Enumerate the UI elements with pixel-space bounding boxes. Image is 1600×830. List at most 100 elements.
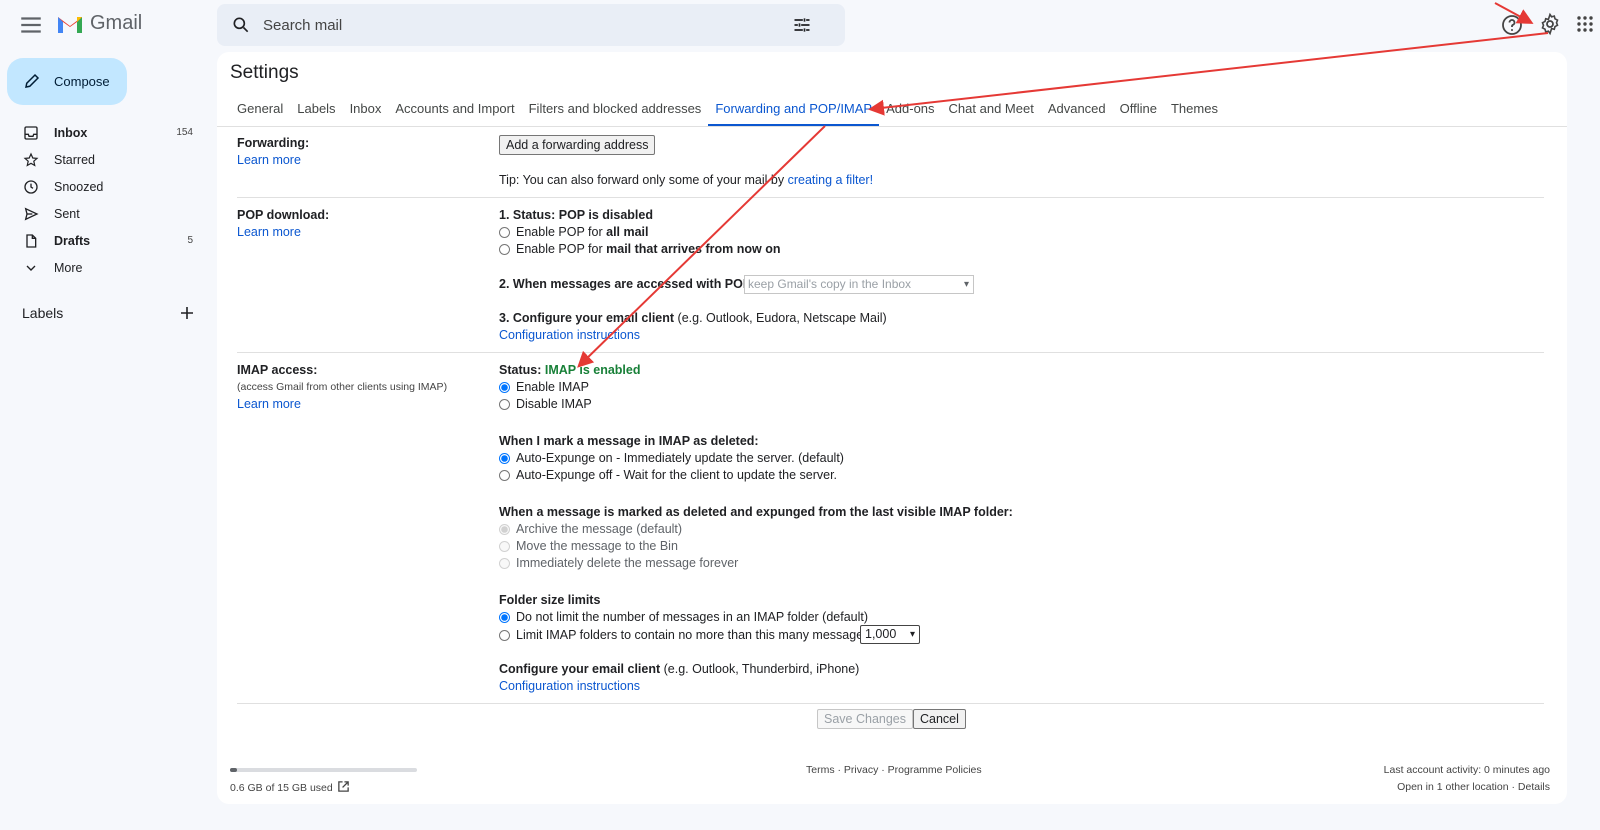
page-title: Settings	[230, 62, 299, 83]
sidebar-item-starred[interactable]: Starred	[0, 146, 210, 173]
section-divider	[237, 197, 1544, 198]
clock-icon	[24, 179, 38, 194]
tab-addons[interactable]: Add-ons	[879, 95, 941, 127]
status-badge: IMAP is enabled	[544, 363, 641, 377]
no-folder-limit-option[interactable]: Do not limit the number of messages in a…	[499, 610, 868, 624]
compose-button[interactable]: Compose	[7, 58, 127, 105]
folder-size-header: Folder size limits	[499, 593, 601, 607]
tab-forwarding-pop-imap[interactable]: Forwarding and POP/IMAP	[708, 95, 880, 127]
tab-filters[interactable]: Filters and blocked addresses	[522, 95, 709, 127]
auto-expunge-off-radio[interactable]	[499, 469, 510, 481]
archive-message-radio	[499, 523, 510, 535]
limit-folder-radio[interactable]	[499, 629, 510, 641]
option-text: Enable IMAP	[516, 380, 589, 394]
pop-configure-client: 3. Configure your email client (e.g. Out…	[499, 311, 887, 325]
tab-general[interactable]: General	[230, 95, 290, 127]
main-menu-icon[interactable]	[18, 12, 44, 38]
chevron-down-icon	[26, 265, 36, 271]
pop-access-select[interactable]: keep Gmail's copy in the Inbox ▾	[744, 275, 974, 294]
tip-text: Tip: You can also forward only some of y…	[499, 173, 785, 187]
option-text: Auto-Expunge on - Immediately update the…	[516, 451, 844, 465]
limit-folder-option[interactable]: Limit IMAP folders to contain no more th…	[499, 628, 869, 642]
pop-all-mail-radio[interactable]	[499, 226, 510, 238]
pop-config-instructions-link[interactable]: Configuration instructions	[499, 328, 640, 342]
compose-label: Compose	[54, 74, 110, 89]
plus-icon[interactable]	[179, 305, 195, 321]
app-name: Gmail	[90, 12, 143, 34]
configure-bold: 3. Configure your email client	[499, 311, 675, 325]
folder-limit-select[interactable]: 1,000 ▾	[860, 625, 920, 644]
external-link-icon[interactable]	[337, 780, 350, 793]
configure-bold: Configure your email client	[499, 662, 661, 676]
search-options-icon[interactable]	[792, 15, 812, 35]
pop-status: 1. Status: POP is disabled	[499, 208, 653, 222]
sidebar-nav: Inbox 154 Starred Snoozed Sent Drafts 5 …	[0, 119, 210, 281]
delete-forever-radio	[499, 557, 510, 569]
enable-imap-radio[interactable]	[499, 381, 510, 393]
tab-inbox[interactable]: Inbox	[343, 95, 389, 127]
last-activity: Last account activity: 0 minutes ago	[1383, 764, 1550, 776]
forwarding-label: Forwarding:	[237, 136, 310, 150]
save-changes-button[interactable]: Save Changes	[817, 709, 914, 729]
add-forwarding-address-button[interactable]: Add a forwarding address	[499, 135, 656, 155]
footer-links[interactable]: Terms · Privacy · Programme Policies	[806, 764, 982, 776]
option-text: Immediately delete the message forever	[516, 556, 739, 570]
tab-themes[interactable]: Themes	[1164, 95, 1225, 127]
draft-count: 5	[187, 235, 193, 246]
settings-panel: Settings General Labels Inbox Accounts a…	[217, 52, 1567, 804]
imap-configure-client: Configure your email client (e.g. Outloo…	[499, 662, 859, 676]
help-icon[interactable]	[1500, 13, 1524, 37]
search-input[interactable]	[263, 4, 763, 46]
inbox-icon	[24, 125, 38, 140]
forwarding-learn-more-link[interactable]: Learn more	[237, 153, 301, 167]
archive-message-option: Archive the message (default)	[499, 522, 682, 536]
pop-when-accessed-label: 2. When messages are accessed with POP	[499, 277, 752, 291]
sidebar-item-snoozed[interactable]: Snoozed	[0, 173, 210, 200]
creating-filter-link[interactable]: creating a filter!	[788, 173, 873, 187]
forwarding-tip: Tip: You can also forward only some of y…	[499, 173, 873, 187]
enable-imap-option[interactable]: Enable IMAP	[499, 380, 589, 394]
search-icon[interactable]	[231, 15, 251, 35]
pop-from-now-option[interactable]: Enable POP for mail that arrives from no…	[499, 242, 780, 256]
sidebar-item-more[interactable]: More	[0, 254, 210, 281]
sidebar-item-drafts[interactable]: Drafts 5	[0, 227, 210, 254]
disable-imap-radio[interactable]	[499, 398, 510, 410]
pop-download-label: POP download:	[237, 208, 330, 222]
cancel-button[interactable]: Cancel	[913, 709, 966, 729]
auto-expunge-on-radio[interactable]	[499, 452, 510, 464]
tab-accounts[interactable]: Accounts and Import	[388, 95, 521, 127]
labels-header: Labels	[22, 305, 64, 321]
gmail-logo[interactable]: Gmail	[56, 12, 142, 35]
option-text: Enable POP for	[516, 242, 603, 256]
account-activity-details[interactable]: Open in 1 other location · Details	[1397, 781, 1550, 793]
disable-imap-option[interactable]: Disable IMAP	[499, 397, 592, 411]
sidebar-item-inbox[interactable]: Inbox 154	[0, 119, 210, 146]
top-bar: Gmail	[0, 0, 1600, 50]
auto-expunge-off-option[interactable]: Auto-Expunge off - Wait for the client t…	[499, 468, 837, 482]
imap-config-instructions-link[interactable]: Configuration instructions	[499, 679, 640, 693]
tab-advanced[interactable]: Advanced	[1041, 95, 1113, 127]
sidebar-item-sent[interactable]: Sent	[0, 200, 210, 227]
search-bar[interactable]	[217, 4, 845, 46]
select-value: 1,000	[865, 627, 897, 641]
tab-offline[interactable]: Offline	[1113, 95, 1164, 127]
settings-tabs: General Labels Inbox Accounts and Import…	[230, 95, 1225, 127]
pop-all-mail-option[interactable]: Enable POP for all mail	[499, 225, 649, 239]
sidebar-item-label: Drafts	[54, 233, 91, 248]
option-text: Limit IMAP folders to contain no more th…	[516, 628, 870, 642]
apps-grid-icon[interactable]	[1576, 15, 1594, 33]
option-text: Auto-Expunge off - Wait for the client t…	[516, 468, 838, 482]
option-text: Move the message to the Bin	[516, 539, 678, 553]
no-folder-limit-radio[interactable]	[499, 611, 510, 623]
pop-from-now-radio[interactable]	[499, 243, 510, 255]
auto-expunge-on-option[interactable]: Auto-Expunge on - Immediately update the…	[499, 451, 844, 465]
pop-learn-more-link[interactable]: Learn more	[237, 225, 301, 239]
tab-labels[interactable]: Labels	[290, 95, 342, 127]
unread-count: 154	[176, 127, 193, 138]
settings-gear-icon[interactable]	[1538, 12, 1562, 36]
tab-chat-meet[interactable]: Chat and Meet	[942, 95, 1041, 127]
tabs-divider	[217, 126, 1567, 127]
imap-learn-more-link[interactable]: Learn more	[237, 397, 301, 411]
imap-status: Status: IMAP is enabled	[499, 363, 641, 377]
option-text: Archive the message (default)	[516, 522, 683, 536]
